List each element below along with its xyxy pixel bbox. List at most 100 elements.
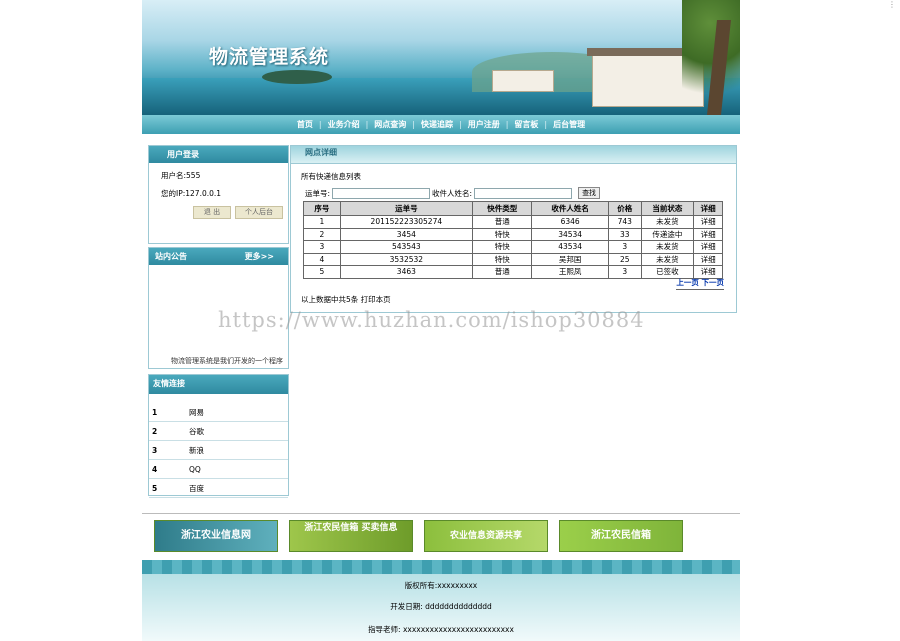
- table-cell: 34534: [531, 227, 609, 241]
- next-page-link[interactable]: 下一页: [702, 278, 725, 287]
- column-header: 价格: [607, 201, 642, 216]
- friend-link-row: 3 新浪: [149, 440, 288, 460]
- list-title: 所有快递信息列表: [301, 172, 361, 181]
- main-nav: 首页 | 业务介绍 | 网点查询 | 快递追踪 | 用户注册 | 留言板 | 后台管理: [142, 115, 740, 134]
- table-cell: 3: [607, 265, 642, 279]
- table-cell: 3: [303, 240, 341, 254]
- column-header: 详细: [693, 201, 723, 216]
- table-cell: 1: [303, 215, 341, 229]
- table-cell: 743: [607, 215, 642, 229]
- column-header: 快件类型: [471, 201, 533, 216]
- friend-links-title: 友情连接: [149, 375, 288, 394]
- username-text: 用户名:555: [161, 171, 201, 180]
- receiver-label: 收件人姓名:: [432, 188, 473, 198]
- table-cell: 王熙凤: [531, 265, 609, 279]
- detail-link[interactable]: 详细: [693, 240, 723, 254]
- table-cell: 6346: [531, 215, 609, 229]
- search-button[interactable]: 查找: [578, 187, 601, 199]
- table-cell: 特快: [471, 227, 533, 241]
- receiver-input[interactable]: [474, 187, 573, 199]
- nav-register[interactable]: 用户注册: [462, 119, 506, 130]
- friend-link-row: 2 谷歌: [149, 421, 288, 441]
- table-cell: 普通: [471, 265, 533, 279]
- login-panel: 用户登录 用户名:555 您的IP:127.0.0.1 退 出 个人后台: [148, 145, 289, 244]
- friend-link-name[interactable]: 谷歌: [188, 421, 288, 441]
- column-header: 运单号: [339, 201, 474, 216]
- section-divider: [142, 513, 740, 514]
- table-cell: 特快: [471, 240, 533, 254]
- banner-island: [262, 70, 332, 84]
- friend-link-row: 1 网易: [149, 403, 288, 422]
- footer: 版权所有:xxxxxxxxx 开发日期: dddddddddddddd 指导老师…: [142, 560, 740, 641]
- corner-marker-icon: ⋮: [888, 0, 896, 9]
- nav-home[interactable]: 首页: [291, 119, 319, 130]
- logout-button[interactable]: 退 出: [193, 206, 231, 219]
- ad-banner-farmer-mailbox-trade[interactable]: 浙江农民信箱 买卖信息: [289, 520, 413, 552]
- nav-outlets[interactable]: 网点查询: [368, 119, 412, 130]
- footer-pattern-band: [142, 560, 740, 574]
- table-cell: 201152223305274: [339, 215, 474, 229]
- table-cell: 传递途中: [640, 227, 695, 241]
- list-summary: 以上数据中共5条 打印本页: [301, 295, 391, 304]
- waybill-label: 运单号:: [305, 188, 331, 198]
- table-cell: 3454: [339, 227, 474, 241]
- table-cell: 普通: [471, 215, 533, 229]
- table-cell: 543543: [339, 240, 474, 254]
- prev-page-link[interactable]: 上一页: [676, 278, 699, 287]
- notice-panel-title: 站内公告: [155, 252, 187, 261]
- table-cell: 未发货: [640, 252, 695, 266]
- friend-links-panel: 友情连接 1 网易 2 谷歌 3 新浪 4 QQ 5 百度: [148, 374, 289, 498]
- detail-link[interactable]: 详细: [693, 252, 723, 266]
- detail-link[interactable]: 详细: [693, 215, 723, 229]
- ad-banner-farmer-mailbox[interactable]: 浙江农民信箱: [559, 520, 683, 552]
- friend-link-name[interactable]: 新浪: [188, 440, 288, 460]
- table-row: 1 201152223305274 普通 6346 743 未发货 详细: [303, 215, 723, 229]
- friend-link-index: 3: [149, 440, 188, 460]
- nav-business[interactable]: 业务介绍: [322, 119, 366, 130]
- table-cell: 未发货: [640, 240, 695, 254]
- friend-link-index: 5: [149, 478, 188, 498]
- main-panel-tab: 网点详细: [291, 146, 736, 164]
- table-cell: 33: [607, 227, 642, 241]
- table-row: 5 3463 普通 王熙凤 3 已签收 详细: [303, 265, 723, 279]
- table-cell: 3: [607, 240, 642, 254]
- friend-link-index: 2: [149, 421, 188, 441]
- table-cell: 吴邦国: [531, 252, 609, 266]
- waybill-input[interactable]: [332, 187, 431, 199]
- watermark-text: https://www.huzhan.com/ishop30884: [218, 308, 645, 332]
- pager: 上一页 下一页: [676, 277, 724, 290]
- table-cell: 43534: [531, 240, 609, 254]
- column-header: 当前状态: [640, 201, 695, 216]
- table-cell: 25: [607, 252, 642, 266]
- table-row: 4 3532532 特快 吴邦国 25 未发货 详细: [303, 252, 723, 266]
- table-row: 3 543543 特快 43534 3 未发货 详细: [303, 240, 723, 254]
- table-cell: 2: [303, 227, 341, 241]
- table-cell: 3463: [339, 265, 474, 279]
- friend-link-name[interactable]: 百度: [188, 478, 288, 498]
- table-cell: 5: [303, 265, 341, 279]
- table-row: 2 3454 特快 34534 33 传递途中 详细: [303, 227, 723, 241]
- nav-guestbook[interactable]: 留言板: [508, 119, 544, 130]
- login-panel-title: 用户登录: [149, 146, 288, 163]
- nav-admin[interactable]: 后台管理: [547, 119, 591, 130]
- friend-link-row: 5 百度: [149, 478, 288, 498]
- friend-link-name[interactable]: QQ: [188, 459, 288, 479]
- nav-tracking[interactable]: 快递追踪: [415, 119, 459, 130]
- notice-more-link[interactable]: 更多>>: [245, 248, 274, 265]
- ad-banner-row: 浙江农业信息网 浙江农民信箱 买卖信息 农业信息资源共享 浙江农民信箱: [152, 520, 712, 552]
- column-header: 收件人姓名: [531, 201, 609, 216]
- friend-link-name[interactable]: 网易: [188, 403, 288, 422]
- ip-text: 您的IP:127.0.0.1: [161, 189, 222, 198]
- table-cell: 4: [303, 252, 341, 266]
- system-title: 物流管理系统: [209, 46, 330, 68]
- friend-link-index: 1: [149, 403, 188, 422]
- friend-link-row: 4 QQ: [149, 459, 288, 479]
- search-bar: 运单号: 收件人姓名: 查找: [305, 187, 601, 199]
- ad-banner-resource-share[interactable]: 农业信息资源共享: [424, 520, 548, 552]
- column-header: 序号: [303, 201, 341, 216]
- notice-ticker: 物流管理系统是我们开发的一个程序: [171, 357, 283, 365]
- table-cell: 特快: [471, 252, 533, 266]
- ad-banner-agri-info[interactable]: 浙江农业信息网: [154, 520, 278, 552]
- personal-center-button[interactable]: 个人后台: [235, 206, 283, 219]
- detail-link[interactable]: 详细: [693, 227, 723, 241]
